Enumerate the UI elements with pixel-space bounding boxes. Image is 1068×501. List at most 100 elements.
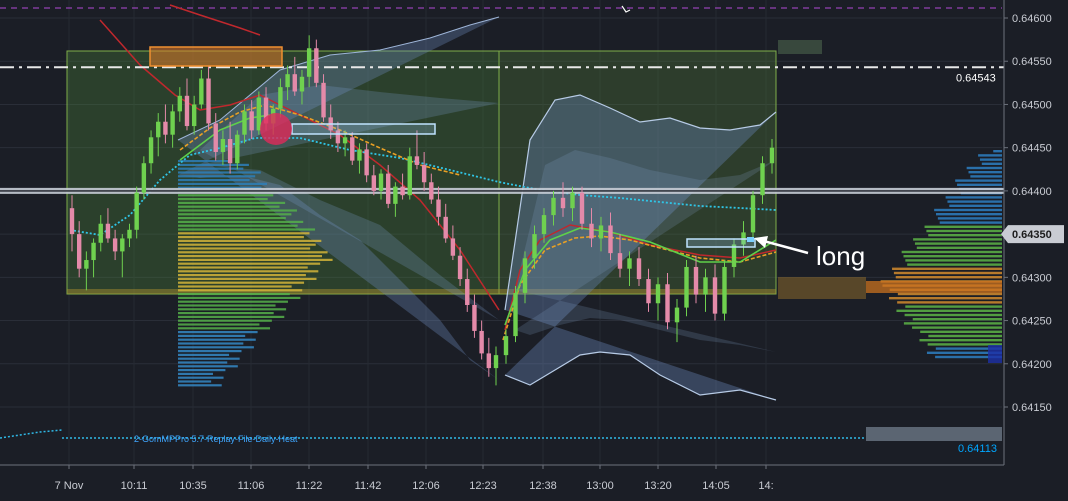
profile-bar-left: [178, 247, 311, 250]
candle-up: [127, 229, 132, 239]
profile-bar-left: [178, 312, 274, 315]
candle-down: [712, 277, 718, 314]
profile-bar-left: [178, 239, 322, 242]
x-tick-label: 12:06: [412, 480, 440, 492]
candle-up: [532, 234, 537, 259]
profile-bar-right: [939, 221, 1002, 224]
candle-down: [560, 197, 566, 209]
candle-up: [598, 225, 604, 239]
profile-bar-right: [934, 208, 1002, 212]
candle-down: [457, 255, 463, 280]
profile-bar-right: [893, 271, 1002, 275]
profile-bar-left: [178, 338, 256, 341]
candle-down: [465, 279, 470, 305]
profile-bar-left: [178, 289, 303, 292]
candle-down: [479, 330, 484, 354]
profile-bar-left: [178, 315, 285, 318]
profile-bar-left: [178, 277, 317, 280]
candle-up: [134, 192, 139, 230]
orange-marker-box: [149, 46, 283, 67]
profile-bar-right: [928, 334, 1002, 338]
candle-down: [429, 182, 434, 200]
profile-bar-left: [178, 179, 250, 182]
profile-bar-left: [178, 376, 224, 379]
profile-bar-right: [897, 301, 1002, 304]
x-tick-label: 10:11: [121, 480, 148, 492]
profile-bar-right: [936, 213, 1002, 216]
candle-up: [750, 195, 756, 233]
profile-bar-left: [178, 334, 246, 337]
profile-bar-right: [903, 322, 1002, 325]
candle-up: [393, 186, 398, 204]
candle-up: [235, 134, 240, 164]
y-tick-label: 0.64150: [1012, 402, 1052, 414]
profile-bar-right: [979, 158, 1002, 161]
x-tick-label: 12:23: [469, 480, 497, 492]
candle-up: [503, 336, 509, 356]
candle-up: [141, 163, 147, 193]
profile-bar-left: [178, 353, 230, 356]
profile-bar-right: [937, 217, 1002, 220]
candle-down: [163, 121, 168, 135]
profile-bar-left: [178, 274, 306, 277]
candle-up: [242, 111, 247, 135]
candle-down: [227, 139, 233, 164]
profile-bar-left: [178, 285, 292, 288]
profile-bar-left: [178, 258, 333, 261]
profile-bar-left: [178, 198, 268, 201]
candle-up: [177, 95, 182, 112]
profile-bar-left: [178, 220, 304, 223]
candle-down: [443, 216, 448, 239]
candle-up: [84, 260, 89, 269]
y-tick-label: 0.64500: [1012, 99, 1052, 111]
candle-down: [450, 238, 456, 256]
bottom-level-label: 0.64113: [958, 443, 997, 455]
candle-up: [170, 111, 175, 135]
y-tick-label: 0.64400: [1012, 186, 1052, 198]
y-tick-label: 0.64300: [1012, 272, 1052, 284]
profile-bar-left: [178, 167, 244, 170]
profile-bar-right: [905, 305, 1002, 308]
chart: 0.64600 0.64550 0.64500 0.64450 0.64400 0.643…: [0, 0, 1068, 496]
profile-bar-right: [914, 242, 1002, 245]
profile-bar-right: [920, 330, 1002, 333]
profile-bar-left: [178, 224, 298, 227]
candle-down: [321, 82, 326, 118]
x-tick-label: 13:20: [644, 480, 672, 492]
indicator-footer-label: 2-GomMPPro 5.7-Replay-File-Daily-Heat: [134, 434, 298, 444]
profile-bar-right: [905, 259, 1002, 262]
candle-up: [91, 242, 96, 261]
candle-down: [292, 74, 297, 92]
profile-bar-right: [907, 263, 1002, 266]
profile-bar-right: [919, 339, 1002, 342]
candle-up: [703, 277, 708, 295]
candle-up: [299, 76, 305, 92]
y-tick-label: 0.64250: [1012, 316, 1052, 328]
profile-bar-left: [178, 205, 280, 208]
profile-bar-left: [178, 384, 222, 387]
candle-up: [256, 97, 262, 131]
profile-bar-right: [904, 313, 1002, 317]
candle-down: [105, 223, 111, 239]
profile-bar-left: [178, 323, 260, 326]
x-tick-label: 14:05: [702, 480, 730, 492]
profile-bar-right: [889, 297, 1002, 300]
annotation-long: long: [816, 241, 865, 271]
x-tick-label: 14:: [758, 480, 773, 492]
candle-up: [306, 48, 312, 77]
profile-bar-right: [957, 183, 1002, 186]
candle-down: [400, 186, 405, 196]
candle-up: [285, 74, 290, 88]
price-chart-svg: 0.64600 0.64550 0.64500 0.64450 0.64400 0.643…: [0, 0, 1068, 496]
candle-up: [278, 87, 283, 109]
profile-bar-left: [178, 175, 256, 178]
candle-up: [220, 139, 226, 152]
profile-bar-left: [178, 228, 316, 231]
candle-up: [378, 173, 384, 191]
candle-up: [199, 78, 204, 105]
candle-down: [589, 223, 594, 239]
candle-down: [636, 258, 642, 280]
candle-down: [579, 192, 585, 224]
profile-bar-left: [178, 243, 316, 246]
profile-bar-left: [178, 331, 258, 334]
